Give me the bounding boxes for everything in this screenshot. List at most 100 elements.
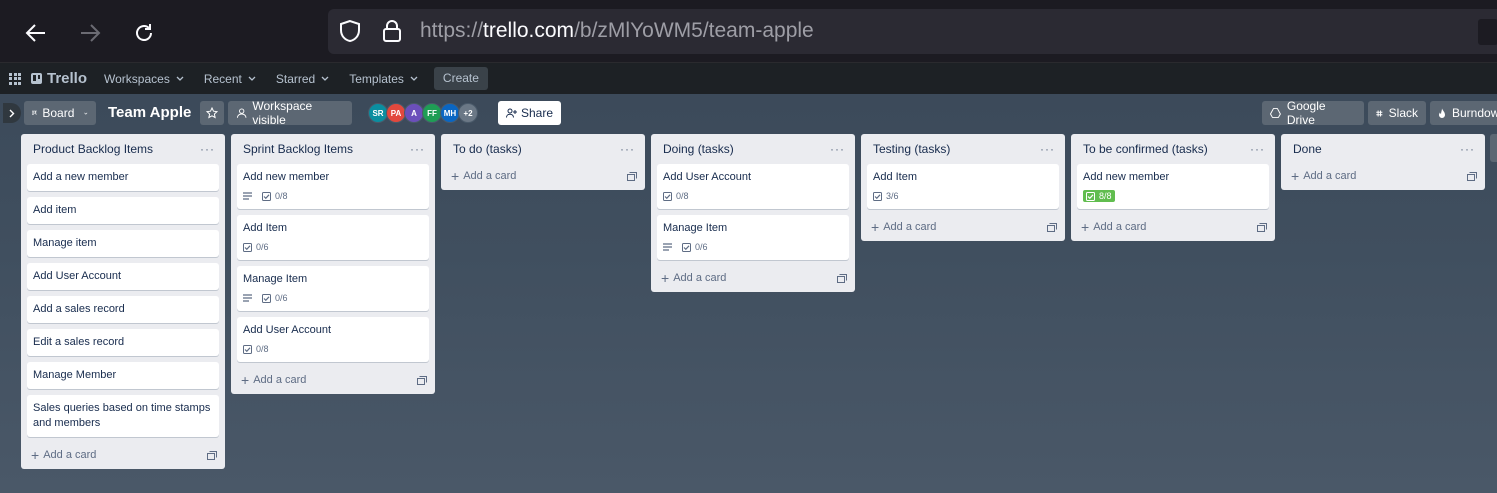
star-board-button[interactable] xyxy=(200,101,224,125)
templates-menu[interactable]: Templates xyxy=(349,72,418,86)
add-card-button[interactable]: + Add a card xyxy=(21,441,225,469)
board-view-switcher[interactable]: Board xyxy=(24,101,96,125)
card[interactable]: Manage Item 0/6 xyxy=(237,266,429,311)
card[interactable]: Edit a sales record xyxy=(27,329,219,356)
add-card-text: Add a card xyxy=(253,374,307,386)
create-from-template-icon[interactable] xyxy=(1047,222,1057,232)
list-title[interactable]: To be confirmed (tasks) xyxy=(1083,142,1208,156)
checklist-badge: 0/8 xyxy=(243,344,269,354)
avatar[interactable]: MH xyxy=(440,103,460,123)
list-header[interactable]: To be confirmed (tasks) ··· xyxy=(1071,134,1275,164)
card[interactable]: Manage Member xyxy=(27,362,219,389)
card[interactable]: Add Item 3/6 xyxy=(867,164,1059,209)
list-menu-button[interactable]: ··· xyxy=(1040,142,1055,156)
list-header[interactable]: Doing (tasks) ··· xyxy=(651,134,855,164)
slack-icon xyxy=(1376,109,1383,117)
list-title[interactable]: To do (tasks) xyxy=(453,142,522,156)
list-menu-button[interactable]: ··· xyxy=(830,142,845,156)
list-menu-button[interactable]: ··· xyxy=(200,142,215,156)
shield-icon[interactable] xyxy=(338,19,362,43)
avatar[interactable]: FF xyxy=(422,103,442,123)
list-header[interactable]: Testing (tasks) ··· xyxy=(861,134,1065,164)
app-switcher-icon[interactable] xyxy=(9,72,21,85)
card[interactable]: Add item xyxy=(27,197,219,224)
card[interactable]: Add User Account 0/8 xyxy=(237,317,429,362)
create-from-template-icon[interactable] xyxy=(837,273,847,283)
avatar[interactable]: A xyxy=(404,103,424,123)
list-header[interactable]: Sprint Backlog Items ··· xyxy=(231,134,435,164)
url-text[interactable]: https://trello.com/b/zMlYoWM5/team-apple xyxy=(420,19,814,43)
create-from-template-icon[interactable] xyxy=(417,375,427,385)
powerup-google-drive[interactable]: Google Drive xyxy=(1262,99,1364,127)
card-title: Add User Account xyxy=(663,171,752,183)
add-card-button[interactable]: + Add a card xyxy=(861,213,1065,241)
add-card-button[interactable]: + Add a card xyxy=(231,366,435,394)
card[interactable]: Add new member 8/8 xyxy=(1077,164,1269,209)
card-title: Add a sales record xyxy=(33,303,125,315)
list-menu-button[interactable]: ··· xyxy=(410,142,425,156)
card[interactable]: Add a new member xyxy=(27,164,219,191)
back-button[interactable] xyxy=(16,13,56,53)
recent-menu[interactable]: Recent xyxy=(204,72,256,86)
add-card-label: + Add a card xyxy=(241,372,306,388)
checklist-count: 3/6 xyxy=(886,191,899,201)
more-members-button[interactable]: +2 xyxy=(458,103,478,123)
sidebar-toggle-button[interactable] xyxy=(3,103,21,123)
powerup-burndown[interactable]: Burndow xyxy=(1430,101,1497,125)
visibility-button[interactable]: Workspace visible xyxy=(228,99,352,127)
avatar[interactable]: PA xyxy=(386,103,406,123)
list: Testing (tasks) ··· Add Item 3/6 + Add a card xyxy=(861,134,1065,241)
list-header[interactable]: Product Backlog Items ··· xyxy=(21,134,225,164)
card[interactable]: Sales queries based on time stamps and m… xyxy=(27,395,219,437)
plus-icon: + xyxy=(661,270,670,286)
trello-logo[interactable]: Trello xyxy=(31,70,87,87)
add-card-label: + Add a card xyxy=(451,168,516,184)
forward-button[interactable] xyxy=(70,13,110,53)
add-list-button[interactable] xyxy=(1490,134,1497,162)
add-card-button[interactable]: + Add a card xyxy=(651,264,855,292)
card[interactable]: Add new member 0/8 xyxy=(237,164,429,209)
add-card-button[interactable]: + Add a card xyxy=(1071,213,1275,241)
add-card-button[interactable]: + Add a card xyxy=(1281,162,1485,190)
card-badges: 0/6 xyxy=(243,240,423,254)
create-from-template-icon[interactable] xyxy=(207,450,217,460)
board-header: Board Team Apple Workspace visible SR PA… xyxy=(0,94,1497,132)
reload-button[interactable] xyxy=(124,13,164,53)
board-title[interactable]: Team Apple xyxy=(108,104,191,121)
list-title[interactable]: Product Backlog Items xyxy=(33,142,153,156)
board-view-label: Board xyxy=(42,106,75,120)
list-title[interactable]: Done xyxy=(1293,142,1322,156)
lock-icon[interactable] xyxy=(381,19,403,43)
create-from-template-icon[interactable] xyxy=(1257,222,1267,232)
card[interactable]: Add User Account 0/8 xyxy=(657,164,849,209)
list-menu-button[interactable]: ··· xyxy=(620,142,635,156)
create-from-template-icon[interactable] xyxy=(1467,171,1477,181)
avatar[interactable]: SR xyxy=(368,103,388,123)
create-button[interactable]: Create xyxy=(433,67,488,90)
list-cards: Add User Account 0/8 Manage Item 0/6 xyxy=(651,164,855,260)
list-header[interactable]: Done ··· xyxy=(1281,134,1485,164)
card[interactable]: Manage item xyxy=(27,230,219,257)
add-card-button[interactable]: + Add a card xyxy=(441,162,645,190)
list-menu-button[interactable]: ··· xyxy=(1460,142,1475,156)
add-card-text: Add a card xyxy=(1303,170,1357,182)
list-menu-button[interactable]: ··· xyxy=(1250,142,1265,156)
starred-menu[interactable]: Starred xyxy=(276,72,329,86)
card[interactable]: Add Item 0/6 xyxy=(237,215,429,260)
list-title[interactable]: Testing (tasks) xyxy=(873,142,950,156)
card[interactable]: Manage Item 0/6 xyxy=(657,215,849,260)
create-from-template-icon[interactable] xyxy=(627,171,637,181)
powerup-slack[interactable]: Slack xyxy=(1368,101,1426,125)
list-cards: Add new member 8/8 xyxy=(1071,164,1275,209)
list-title[interactable]: Doing (tasks) xyxy=(663,142,734,156)
description-icon xyxy=(663,243,672,251)
card[interactable]: Add a sales record xyxy=(27,296,219,323)
share-button[interactable]: Share xyxy=(498,101,562,125)
workspaces-menu[interactable]: Workspaces xyxy=(104,72,184,86)
card[interactable]: Add User Account xyxy=(27,263,219,290)
list-header[interactable]: To do (tasks) ··· xyxy=(441,134,645,164)
url-bar[interactable]: https://trello.com/b/zMlYoWM5/team-apple xyxy=(328,9,1497,54)
card-title: Add Item xyxy=(873,171,918,183)
share-label: Share xyxy=(521,106,554,120)
list-title[interactable]: Sprint Backlog Items xyxy=(243,142,353,156)
